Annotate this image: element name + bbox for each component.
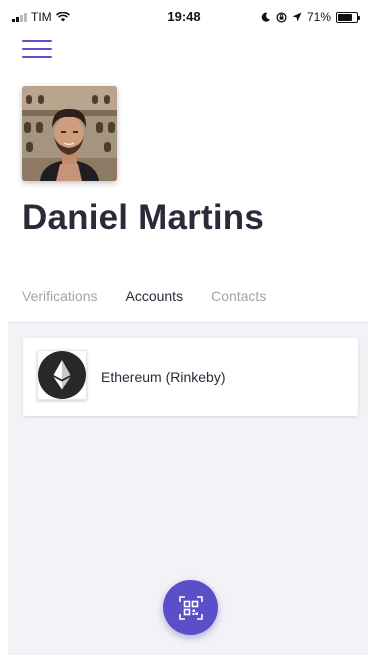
moon-icon bbox=[261, 12, 271, 22]
tab-contacts[interactable]: Contacts bbox=[211, 288, 266, 324]
qr-scan-button[interactable] bbox=[163, 580, 218, 635]
status-bar: TIM 19:48 71% bbox=[0, 0, 368, 34]
battery-icon bbox=[336, 11, 360, 23]
qr-code-icon bbox=[178, 595, 203, 620]
profile-name: Daniel Martins bbox=[22, 198, 265, 237]
battery-percent: 71% bbox=[306, 10, 331, 24]
ethereum-icon bbox=[37, 350, 87, 400]
account-label: Ethereum (Rinkeby) bbox=[101, 369, 226, 385]
hamburger-icon[interactable] bbox=[22, 40, 52, 60]
accounts-panel: Ethereum (Rinkeby) bbox=[8, 322, 368, 655]
tab-bar: Verifications Accounts Contacts bbox=[22, 288, 266, 324]
profile-screen: TIM 19:48 71% Daniel Martins Verificatio… bbox=[0, 0, 368, 655]
tab-accounts[interactable]: Accounts bbox=[125, 288, 183, 324]
status-right: 71% bbox=[261, 10, 360, 24]
tab-verifications[interactable]: Verifications bbox=[22, 288, 97, 324]
location-icon bbox=[292, 12, 302, 22]
account-item[interactable]: Ethereum (Rinkeby) bbox=[23, 338, 358, 416]
avatar bbox=[22, 86, 117, 181]
rotation-lock-icon bbox=[276, 11, 287, 23]
